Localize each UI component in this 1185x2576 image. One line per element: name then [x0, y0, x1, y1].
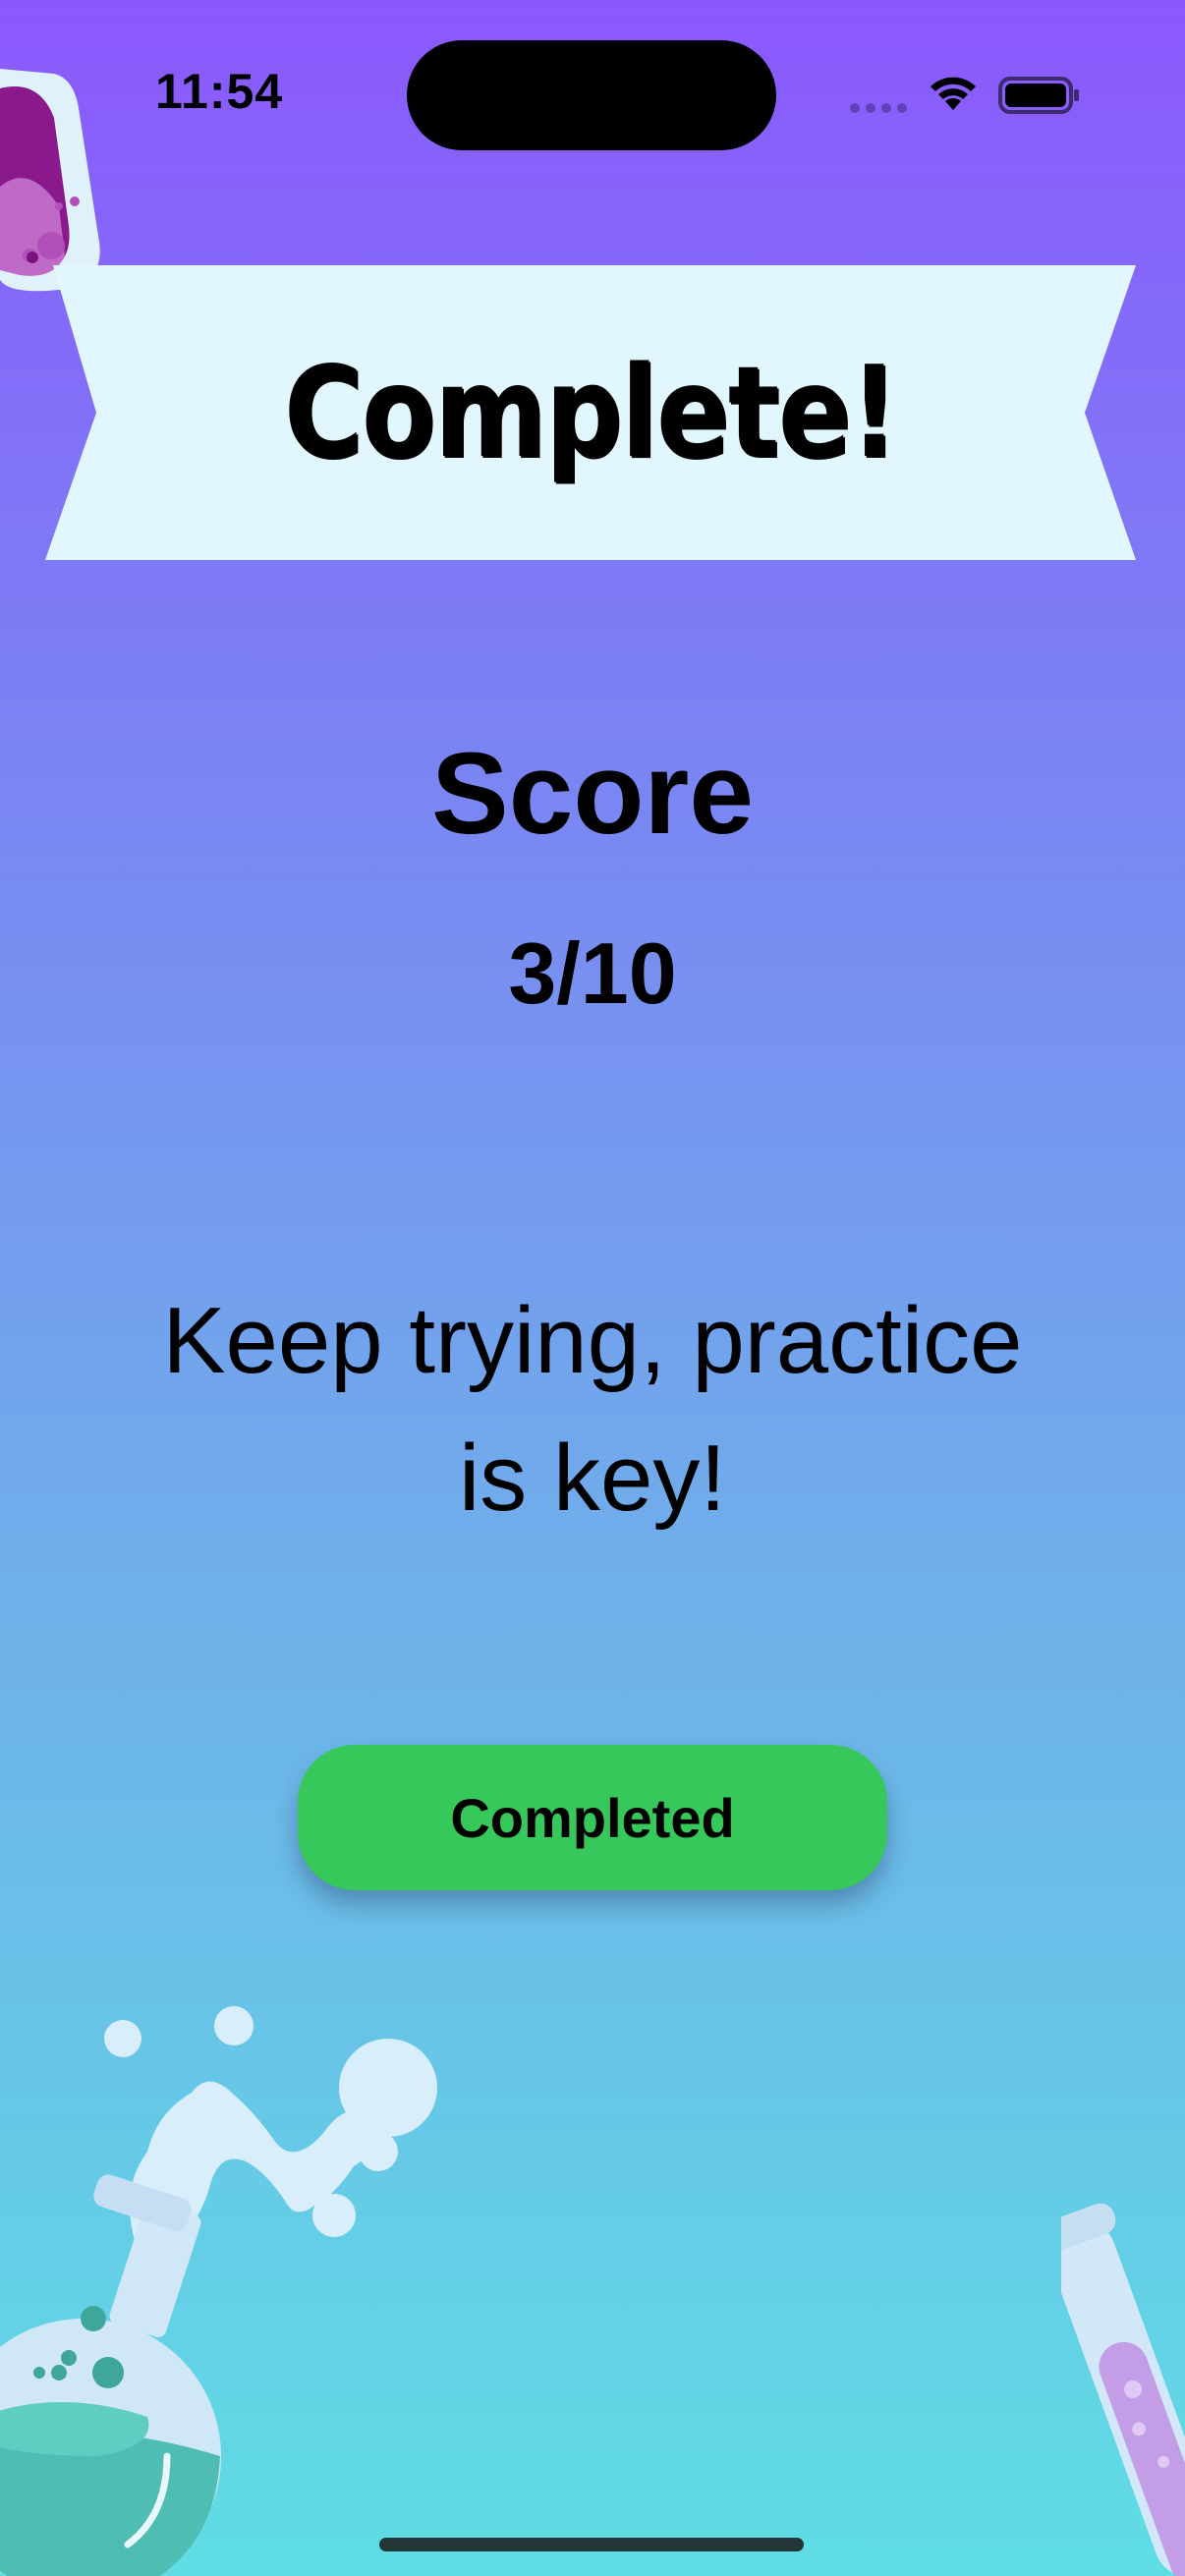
- score-heading: Score: [431, 729, 754, 859]
- completed-button[interactable]: Completed: [298, 1745, 887, 1890]
- battery-icon: [998, 77, 1079, 114]
- round-flask-icon: [0, 2006, 437, 2576]
- banner-title: Complete!: [283, 339, 899, 486]
- status-time: 11:54: [155, 64, 284, 119]
- home-indicator[interactable]: [379, 2538, 804, 2551]
- status-bar: 11:54: [0, 0, 1185, 187]
- beaker-icon: [0, 69, 100, 292]
- dynamic-island: [407, 40, 776, 150]
- score-value: 3/10: [508, 924, 677, 1022]
- wifi-icon: [931, 77, 976, 110]
- encouragement-message: Keep trying, practice is key!: [162, 1288, 1023, 1531]
- test-tube-icon: [1061, 2203, 1185, 2576]
- completed-button-label: Completed: [450, 1786, 735, 1849]
- cellular-signal-icon: [850, 103, 907, 113]
